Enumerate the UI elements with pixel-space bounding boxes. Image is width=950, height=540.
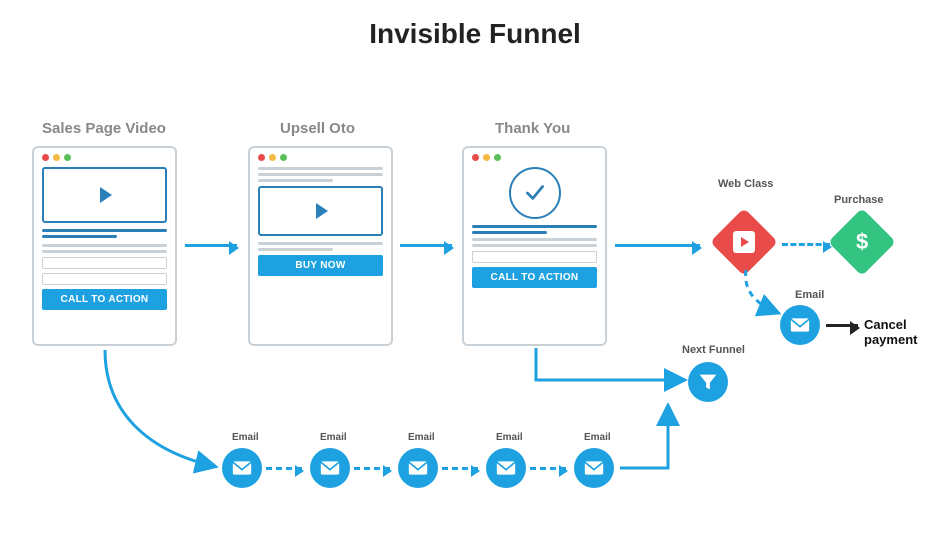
- window-dots: [258, 154, 383, 161]
- play-icon: [100, 187, 112, 203]
- funnel-icon: [697, 371, 719, 393]
- card-sales-page: CALL TO ACTION: [32, 146, 177, 346]
- check-circle-icon: [509, 167, 561, 219]
- email-node-seq-4: [486, 448, 526, 488]
- label-email-seq-1: Email: [232, 432, 259, 443]
- buy-now-button: BUY NOW: [258, 255, 383, 276]
- label-upsell: Upsell Oto: [280, 120, 355, 137]
- window-dots: [42, 154, 167, 161]
- label-email-seq-2: Email: [320, 432, 347, 443]
- card-upsell: BUY NOW: [248, 146, 393, 346]
- form-field: [42, 257, 167, 269]
- label-thankyou: Thank You: [495, 120, 570, 137]
- dashed-arrow-icon: [442, 467, 478, 470]
- envelope-icon: [790, 317, 810, 333]
- video-placeholder: [258, 186, 383, 236]
- dashed-arrow-icon: [782, 243, 830, 246]
- email-node-seq-5: [574, 448, 614, 488]
- dashed-arrow-icon: [530, 467, 566, 470]
- video-placeholder: [42, 167, 167, 223]
- form-field: [42, 273, 167, 285]
- label-sales-page: Sales Page Video: [42, 120, 166, 137]
- label-purchase: Purchase: [834, 194, 884, 206]
- connector-thankyou-to-funnel: [534, 348, 694, 398]
- label-email-seq-3: Email: [408, 432, 435, 443]
- envelope-icon: [584, 460, 604, 476]
- form-field: [472, 251, 597, 263]
- arrow-icon: [826, 324, 858, 327]
- dashed-arrow-icon: [354, 467, 390, 470]
- label-email-seq-4: Email: [496, 432, 523, 443]
- arrow-icon: [400, 244, 452, 247]
- envelope-icon: [496, 460, 516, 476]
- envelope-icon: [408, 460, 428, 476]
- web-class-node: [710, 208, 778, 276]
- email-node-seq-2: [310, 448, 350, 488]
- email-node-seq-3: [398, 448, 438, 488]
- arrow-icon: [185, 244, 237, 247]
- arrow-icon: [615, 244, 700, 247]
- label-web-class: Web Class: [718, 178, 773, 190]
- envelope-icon: [232, 460, 252, 476]
- purchase-node: $: [828, 208, 896, 276]
- dollar-icon: $: [856, 229, 868, 255]
- connector-emails-to-funnel: [618, 400, 718, 475]
- window-dots: [472, 154, 597, 161]
- label-cancel-payment: Cancel payment: [864, 317, 950, 347]
- play-icon: [316, 203, 328, 219]
- cta-button: CALL TO ACTION: [472, 267, 597, 288]
- card-thankyou: CALL TO ACTION: [462, 146, 607, 346]
- label-email-seq-5: Email: [584, 432, 611, 443]
- label-email-right: Email: [795, 289, 824, 301]
- diagram-title: Invisible Funnel: [0, 18, 950, 50]
- envelope-icon: [320, 460, 340, 476]
- next-funnel-node: [688, 362, 728, 402]
- label-next-funnel: Next Funnel: [682, 344, 745, 356]
- email-node-seq-1: [222, 448, 262, 488]
- dashed-arrow-icon: [266, 467, 302, 470]
- play-icon: [733, 231, 755, 253]
- email-node-right: [780, 305, 820, 345]
- cta-button: CALL TO ACTION: [42, 289, 167, 310]
